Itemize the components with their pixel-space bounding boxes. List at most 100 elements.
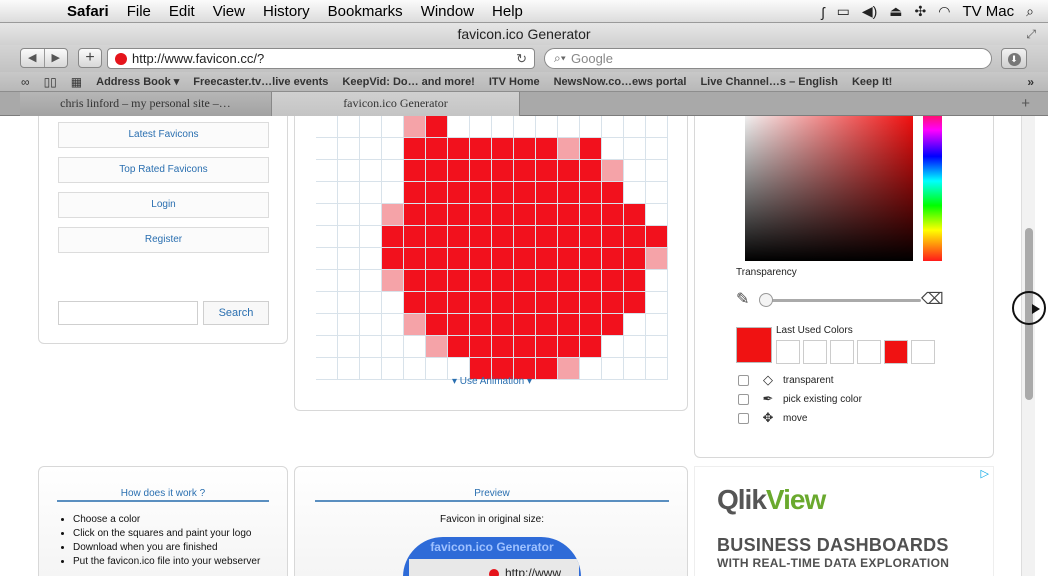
pixel-cell[interactable]	[602, 138, 624, 160]
pixel-cell[interactable]	[470, 336, 492, 358]
pixel-cell[interactable]	[360, 336, 382, 358]
pixel-cell[interactable]	[382, 204, 404, 226]
pixel-cell[interactable]	[426, 336, 448, 358]
pixel-cell[interactable]	[426, 226, 448, 248]
pixel-cell[interactable]	[316, 314, 338, 336]
pixel-cell[interactable]	[470, 292, 492, 314]
pixel-cell[interactable]	[602, 292, 624, 314]
pixel-cell[interactable]	[382, 226, 404, 248]
pixel-cell[interactable]	[360, 138, 382, 160]
pixel-cell[interactable]	[558, 116, 580, 138]
pixel-cell[interactable]	[492, 138, 514, 160]
pixel-cell[interactable]	[316, 182, 338, 204]
bluetooth-icon[interactable]: ✣	[915, 3, 927, 20]
pixel-cell[interactable]	[338, 292, 360, 314]
pixel-cell[interactable]	[514, 160, 536, 182]
pixel-cell[interactable]	[558, 160, 580, 182]
pixel-cell[interactable]	[316, 226, 338, 248]
pixel-cell[interactable]	[602, 270, 624, 292]
pixel-cell[interactable]	[448, 182, 470, 204]
pixel-cell[interactable]	[646, 182, 668, 204]
pixel-cell[interactable]	[536, 204, 558, 226]
pixel-cell[interactable]	[316, 204, 338, 226]
pixel-cell[interactable]	[426, 138, 448, 160]
search-field[interactable]: ⌕▾ Google	[544, 48, 992, 69]
color-spectrum[interactable]	[745, 116, 913, 261]
pixel-cell[interactable]	[360, 270, 382, 292]
script-icon[interactable]: ʃ	[821, 4, 824, 20]
menu-bookmarks[interactable]: Bookmarks	[319, 3, 412, 20]
search-input[interactable]	[58, 301, 198, 325]
pixel-cell[interactable]	[536, 336, 558, 358]
pixel-cell[interactable]	[646, 138, 668, 160]
pixel-cell[interactable]	[448, 116, 470, 138]
pixel-cell[interactable]	[426, 116, 448, 138]
pixel-cell[interactable]	[580, 116, 602, 138]
last-used-swatch[interactable]	[803, 340, 827, 364]
pixel-cell[interactable]	[404, 160, 426, 182]
bookmark-item[interactable]: ITV Home	[482, 76, 547, 88]
pixel-cell[interactable]	[316, 336, 338, 358]
spotlight-icon[interactable]: ⌕	[1026, 3, 1034, 20]
page-scrollbar[interactable]	[1021, 116, 1035, 576]
option-transparent[interactable]: ◇ transparent	[738, 372, 834, 387]
transparency-slider[interactable]	[763, 299, 921, 302]
adchoices-icon[interactable]: ▷	[981, 467, 989, 480]
bookmarks-book-icon[interactable]: ▯▯	[37, 75, 64, 89]
pixel-cell[interactable]	[492, 314, 514, 336]
link-top-rated-favicons[interactable]: Top Rated Favicons	[58, 157, 269, 183]
pixel-cell[interactable]	[536, 182, 558, 204]
pixel-cell[interactable]	[536, 292, 558, 314]
pixel-cell[interactable]	[646, 116, 668, 138]
link-latest-favicons[interactable]: Latest Favicons	[58, 122, 269, 148]
pixel-cell[interactable]	[426, 270, 448, 292]
pixel-cell[interactable]	[624, 204, 646, 226]
hue-slider[interactable]	[923, 116, 942, 261]
pixel-cell[interactable]	[426, 182, 448, 204]
pixel-cell[interactable]	[624, 314, 646, 336]
pixel-cell[interactable]	[360, 160, 382, 182]
pixel-cell[interactable]	[338, 116, 360, 138]
eject-icon[interactable]: ⏏	[889, 3, 902, 20]
transparent-checkbox[interactable]	[738, 374, 749, 386]
pixel-cell[interactable]	[580, 292, 602, 314]
menu-history[interactable]: History	[254, 3, 319, 20]
pixel-cell[interactable]	[580, 270, 602, 292]
pixel-cell[interactable]	[426, 292, 448, 314]
volume-icon[interactable]: ◀)	[862, 3, 877, 20]
add-bookmark-button[interactable]: +	[78, 48, 102, 68]
menu-help[interactable]: Help	[483, 3, 532, 20]
pixel-cell[interactable]	[624, 292, 646, 314]
pixel-cell[interactable]	[492, 116, 514, 138]
pixel-cell[interactable]	[602, 160, 624, 182]
move-checkbox[interactable]	[738, 412, 749, 424]
pixel-cell[interactable]	[492, 336, 514, 358]
pixel-cell[interactable]	[426, 248, 448, 270]
pixel-cell[interactable]	[338, 270, 360, 292]
pixel-cell[interactable]	[470, 226, 492, 248]
pixel-cell[interactable]	[360, 204, 382, 226]
pixel-cell[interactable]	[514, 204, 536, 226]
pixel-cell[interactable]	[338, 204, 360, 226]
pixel-cell[interactable]	[492, 160, 514, 182]
pixel-cell[interactable]	[580, 226, 602, 248]
downloads-button[interactable]: ⬇	[1001, 48, 1027, 69]
pixel-cell[interactable]	[360, 226, 382, 248]
pixel-cell[interactable]	[624, 248, 646, 270]
menu-view[interactable]: View	[204, 3, 254, 20]
pixel-cell[interactable]	[492, 292, 514, 314]
last-used-swatch[interactable]	[857, 340, 881, 364]
pixel-cell[interactable]	[360, 292, 382, 314]
pixel-cell[interactable]	[536, 248, 558, 270]
pixel-cell[interactable]	[580, 336, 602, 358]
transparency-slider-handle[interactable]	[759, 293, 773, 307]
pixel-cell[interactable]	[426, 204, 448, 226]
pixel-cell[interactable]	[404, 204, 426, 226]
pixel-cell[interactable]	[646, 248, 668, 270]
reading-list-icon[interactable]: ∞	[14, 75, 37, 89]
search-button[interactable]: Search	[203, 301, 269, 325]
pixel-cell[interactable]	[492, 204, 514, 226]
fullscreen-icon[interactable]: ⤢	[1026, 23, 1036, 45]
pixel-cell[interactable]	[382, 160, 404, 182]
pixel-cell[interactable]	[602, 226, 624, 248]
